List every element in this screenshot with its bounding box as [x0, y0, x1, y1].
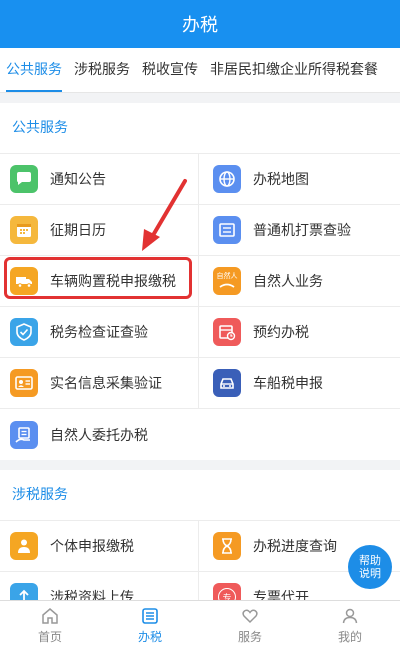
globe-icon — [213, 165, 241, 193]
service-tax-calendar[interactable]: 征期日历 — [0, 205, 199, 256]
special-invoice-icon: 专 — [213, 583, 241, 600]
help-label-line2: 说明 — [359, 567, 381, 580]
truck-icon — [10, 267, 38, 295]
person-icon — [10, 532, 38, 560]
empty-cell — [199, 409, 400, 460]
service-entrusted-filing[interactable]: 自然人委托办税 — [0, 409, 199, 460]
service-label: 通知公告 — [50, 172, 106, 188]
service-tax-map[interactable]: 办税地图 — [199, 154, 400, 205]
icon-badge-text: 专 — [218, 588, 236, 600]
service-label: 实名信息采集验证 — [50, 376, 162, 392]
heart-icon — [242, 609, 258, 623]
service-realname-verify[interactable]: 实名信息采集验证 — [0, 358, 199, 409]
service-individual-filing[interactable]: 个体申报缴税 — [0, 521, 199, 572]
nav-label: 首页 — [37, 629, 62, 644]
user-icon — [342, 608, 358, 623]
nav-tax[interactable]: 办税 — [100, 601, 200, 649]
tab-tax-services[interactable]: 涉税服务 — [68, 48, 136, 92]
service-label: 车辆购置税申报缴税 — [50, 274, 176, 290]
help-button[interactable]: 帮助 说明 — [348, 545, 392, 589]
nav-label: 服务 — [237, 629, 262, 644]
service-invoice-check[interactable]: 普通机打票查验 — [199, 205, 400, 256]
shield-check-icon — [10, 318, 38, 346]
upload-icon — [10, 583, 38, 600]
bottom-navigation: 首页 办税 服务 我的 — [0, 600, 400, 649]
calendar-icon — [10, 216, 38, 244]
service-label: 办税进度查询 — [253, 539, 337, 555]
service-vehicle-purchase-tax[interactable]: 车辆购置税申报缴税 — [0, 256, 199, 307]
home-icon — [42, 607, 58, 624]
tab-public-services[interactable]: 公共服务 — [0, 48, 68, 92]
service-label: 个体申报缴税 — [50, 539, 134, 555]
service-label: 预约办税 — [253, 325, 309, 341]
service-label: 普通机打票查验 — [253, 223, 351, 239]
service-label: 征期日历 — [50, 223, 106, 239]
service-label: 车船税申报 — [253, 376, 323, 392]
category-tab-bar: 公共服务 涉税服务 税收宣传 非居民扣缴企业所得税套餐 — [0, 48, 400, 93]
service-label: 涉税资料上传 — [50, 590, 134, 600]
list-icon — [142, 607, 158, 624]
person-card-icon: 自然人 — [213, 267, 241, 295]
service-notices[interactable]: 通知公告 — [0, 154, 199, 205]
nav-mine[interactable]: 我的 — [300, 601, 400, 649]
tab-non-resident-package[interactable]: 非居民扣缴企业所得税套餐 — [204, 48, 384, 92]
appointment-icon — [213, 318, 241, 346]
service-label: 自然人业务 — [253, 274, 323, 290]
help-label-line1: 帮助 — [359, 554, 381, 567]
id-card-icon — [10, 369, 38, 397]
public-services-section: 公共服务 通知公告 办税地图 征期日历 普通机打票查验 车辆购置税申报缴税 自然… — [0, 103, 400, 460]
car-icon — [213, 369, 241, 397]
invoice-icon — [213, 216, 241, 244]
app-header: 办税 — [0, 0, 400, 48]
service-label: 办税地图 — [253, 172, 309, 188]
service-label: 税务检查证查验 — [50, 325, 148, 341]
main-content: 公共服务 通知公告 办税地图 征期日历 普通机打票查验 车辆购置税申报缴税 自然… — [0, 93, 400, 600]
service-label: 自然人委托办税 — [50, 427, 148, 444]
section-title-public-services: 公共服务 — [0, 103, 400, 154]
nav-home[interactable]: 首页 — [0, 601, 100, 649]
service-natural-person[interactable]: 自然人 自然人业务 — [199, 256, 400, 307]
nav-label: 我的 — [337, 629, 362, 644]
service-vehicle-vessel-tax[interactable]: 车船税申报 — [199, 358, 400, 409]
entrust-icon — [10, 420, 38, 449]
chat-bubble-icon — [10, 165, 38, 193]
service-document-upload[interactable]: 涉税资料上传 — [0, 572, 199, 600]
hourglass-icon — [213, 532, 241, 560]
service-label: 专票代开 — [253, 590, 309, 600]
icon-badge-text: 自然人 — [216, 272, 238, 280]
tax-services-section: 涉税服务 个体申报缴税 办税进度查询 涉税资料上传 专 专票代开 — [0, 470, 400, 600]
tab-tax-publicity[interactable]: 税收宣传 — [136, 48, 204, 92]
service-appointment[interactable]: 预约办税 — [199, 307, 400, 358]
section-title-tax-services: 涉税服务 — [0, 470, 400, 521]
nav-label: 办税 — [137, 629, 162, 644]
nav-service[interactable]: 服务 — [200, 601, 300, 649]
page-title: 办税 — [182, 15, 218, 36]
service-inspection-cert-check[interactable]: 税务检查证查验 — [0, 307, 199, 358]
